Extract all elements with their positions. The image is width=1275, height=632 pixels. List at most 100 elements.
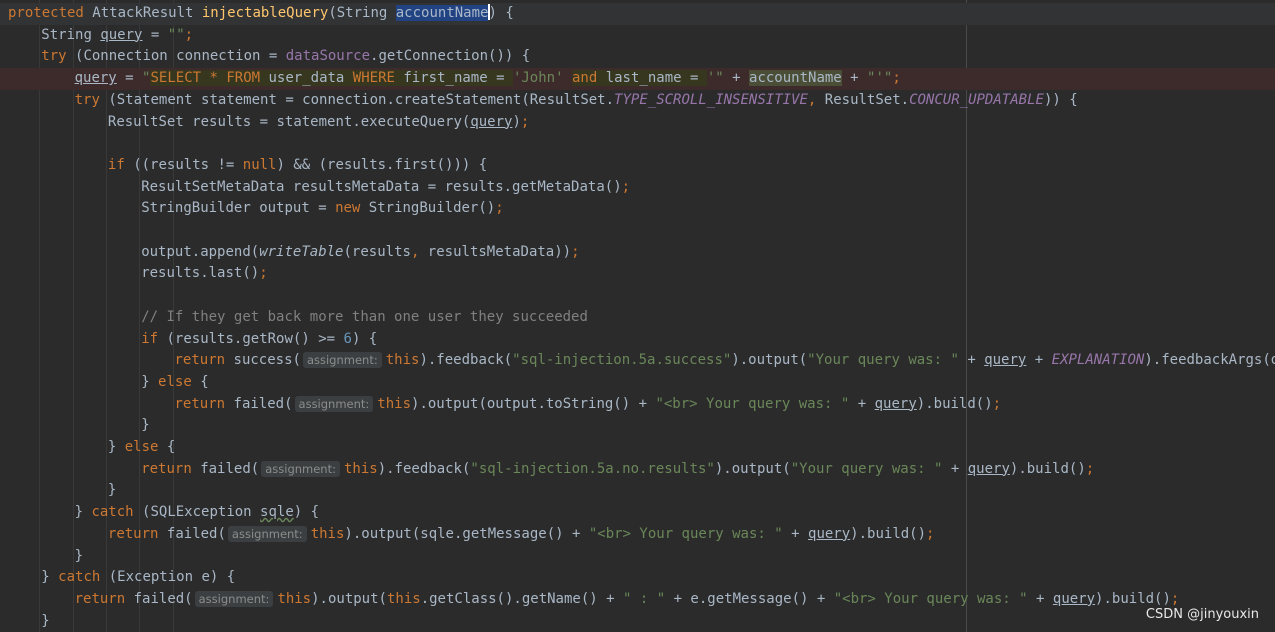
code-token: accountName (749, 70, 842, 87)
code-token: ).build() (850, 525, 927, 542)
code-token: ).build() (916, 395, 993, 412)
code-token: output.append( (141, 243, 260, 260)
code-line[interactable]: StringBuilder output = new StringBuilder… (0, 198, 1275, 220)
code-token: query (874, 395, 917, 412)
code-token: new (335, 200, 369, 217)
code-token: + (1026, 352, 1052, 369)
parameter-hint: assignment: (294, 395, 374, 412)
code-token: "Your query was: " (807, 352, 959, 369)
code-token: ; (184, 26, 194, 43)
code-line[interactable]: ResultSetMetaData resultsMetaData = resu… (0, 177, 1275, 199)
code-line[interactable]: } else { (0, 372, 1275, 394)
code-token: ) (512, 113, 521, 130)
code-line[interactable]: return failed(assignment: this).output(ou… (0, 394, 1275, 416)
code-token: failed( (233, 395, 293, 412)
code-text: String query = ""; (41, 25, 193, 47)
code-text: } (141, 415, 149, 437)
code-token: { (166, 439, 176, 455)
code-token: return (141, 460, 201, 477)
code-token: + (782, 525, 809, 542)
parameter-hint: assignment: (261, 460, 340, 477)
code-line[interactable]: // If they get back more than one user t… (0, 307, 1275, 329)
code-token: dataSource (285, 48, 371, 65)
code-text: return failed(assignment: this).output(ou… (174, 394, 1001, 416)
code-token: query (984, 352, 1027, 369)
code-text: } (75, 546, 83, 568)
code-token: TYPE_SCROLL_INSENSITIVE (614, 91, 808, 108)
code-line[interactable]: try (Connection connection = dataSource.… (0, 46, 1275, 68)
code-token: (SQLException (142, 504, 261, 521)
code-line[interactable] (0, 220, 1275, 242)
code-line[interactable]: query = " SELECT * FROM user_data WHERE f… (0, 68, 1275, 90)
code-editor[interactable]: protected AttackResult injectableQuery(S… (0, 0, 1275, 632)
code-line[interactable]: return failed(assignment: this).output(sq… (0, 524, 1275, 546)
code-token: ; (520, 113, 530, 130)
code-token: failed( (200, 460, 260, 477)
code-line[interactable]: } catch (Exception e) { (0, 567, 1275, 589)
code-text: } catch (Exception e) { (41, 567, 235, 589)
code-line[interactable] (0, 285, 1275, 307)
code-line[interactable]: String query = ""; (0, 25, 1275, 47)
code-token: ; (1170, 590, 1180, 607)
code-token: ; (495, 200, 504, 217)
code-token: "'" (867, 70, 893, 87)
code-token: query (808, 525, 851, 542)
code-text: results.last(); (141, 263, 267, 285)
code-line[interactable]: try (Statement statement = connection.cr… (0, 90, 1275, 112)
code-token: + (942, 460, 968, 477)
code-token: EXPLANATION (1051, 352, 1145, 369)
code-line[interactable]: return failed(assignment: this).feedback(… (0, 459, 1275, 481)
code-line[interactable]: } catch (SQLException sqle) { (0, 502, 1275, 524)
code-token: this (277, 590, 312, 607)
code-token: this (310, 525, 345, 542)
code-token: query (74, 70, 117, 87)
code-token: ResultSet. (824, 91, 910, 108)
code-text: } else { (108, 437, 175, 459)
code-text: query = " SELECT * FROM user_data WHERE f… (75, 68, 901, 90)
code-token: (Connection connection = (75, 48, 286, 65)
code-token: 'John' (512, 70, 572, 87)
code-line[interactable]: } else { (0, 437, 1275, 459)
code-line[interactable]: results.last(); (0, 263, 1275, 285)
code-line[interactable]: return success(assignment: this).feedback… (0, 350, 1275, 372)
code-token: + (849, 395, 875, 412)
code-token: catch (58, 569, 109, 586)
code-line[interactable] (0, 133, 1275, 155)
code-line[interactable]: } (0, 546, 1275, 568)
code-token: ).build() (1009, 460, 1086, 477)
parameter-hint: assignment: (302, 352, 382, 369)
code-token: + e.getMessage() + (665, 590, 834, 607)
code-token: failed( (133, 590, 193, 607)
code-token: and (571, 70, 606, 87)
code-line[interactable]: } (0, 415, 1275, 437)
code-token: query (100, 26, 143, 43)
code-token: ; (1085, 460, 1095, 477)
code-line[interactable]: } (0, 611, 1275, 632)
code-token: ).output( (731, 352, 808, 369)
code-text: if (results.getRow() >= 6) { (141, 329, 377, 351)
code-text: } catch (SQLException sqle) { (75, 502, 319, 524)
code-token: = (116, 70, 143, 87)
code-line[interactable]: return failed(assignment: this).output(th… (0, 589, 1275, 611)
code-line[interactable]: if (results.getRow() >= 6) { (0, 329, 1275, 351)
code-line[interactable]: protected AttackResult injectableQuery(S… (0, 3, 1275, 25)
code-line[interactable]: } (0, 480, 1275, 502)
code-line[interactable]: if ((results != null) && (results.first(… (0, 155, 1275, 177)
code-text: return failed(assignment: this).feedback(… (141, 459, 1094, 481)
code-token: } (74, 547, 84, 564)
code-token: } (107, 439, 125, 455)
code-line[interactable]: output.append(writeTable(results, result… (0, 242, 1275, 264)
code-token: return (174, 395, 234, 412)
code-line[interactable]: ResultSet results = statement.executeQue… (0, 112, 1275, 134)
code-token: SELECT * FROM (150, 70, 269, 87)
code-token: "" (167, 26, 185, 43)
code-token: , (410, 243, 428, 260)
code-token: ) { (293, 504, 320, 521)
code-text: StringBuilder output = new StringBuilder… (141, 198, 503, 220)
code-token: } (141, 373, 159, 390)
code-token: )) { (1043, 91, 1078, 108)
code-token: injectableQuery (201, 5, 329, 21)
code-token: CONCUR_UPDATABLE (909, 91, 1044, 108)
code-token: last_name = (605, 70, 707, 87)
code-token: (results (343, 243, 411, 260)
